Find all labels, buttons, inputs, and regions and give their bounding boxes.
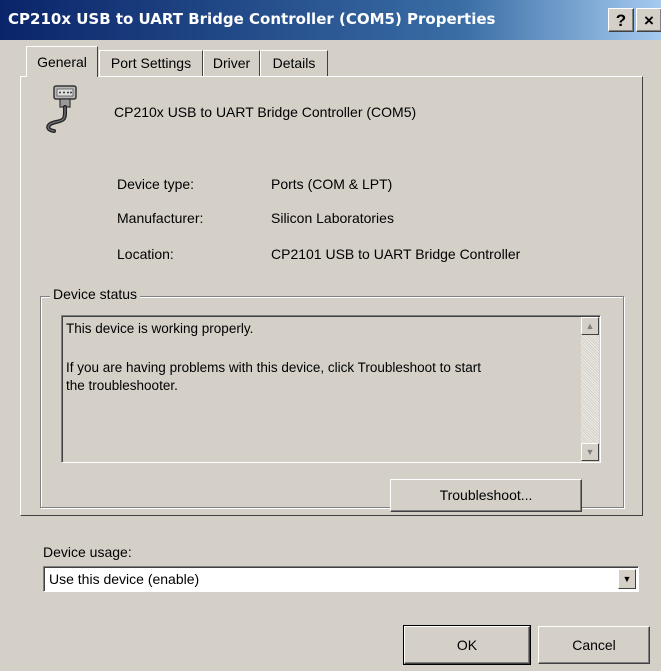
scroll-up-arrow-icon[interactable]: ▲	[581, 317, 599, 335]
cancel-button[interactable]: Cancel	[538, 626, 650, 664]
scroll-down-arrow-icon[interactable]: ▼	[581, 443, 599, 461]
close-button[interactable]: ×	[636, 8, 661, 32]
device-usage-label: Device usage:	[43, 544, 132, 560]
location-value: CP2101 USB to UART Bridge Controller	[271, 246, 521, 262]
device-type-value: Ports (COM & LPT)	[271, 176, 393, 192]
help-button[interactable]: ?	[608, 8, 634, 32]
serial-port-icon	[46, 85, 77, 133]
chevron-down-icon[interactable]: ▼	[618, 569, 636, 589]
ok-button[interactable]: OK	[403, 625, 531, 665]
troubleshoot-button[interactable]: Troubleshoot...	[390, 479, 582, 512]
manufacturer-label: Manufacturer:	[117, 210, 204, 226]
status-line: This device is working properly.	[66, 321, 254, 336]
manufacturer-value: Silicon Laboratories	[271, 210, 394, 226]
tab-details[interactable]: Details	[260, 50, 328, 76]
status-line: the troubleshooter.	[66, 378, 178, 393]
window-title: CP210x USB to UART Bridge Controller (CO…	[8, 10, 496, 28]
device-status-legend: Device status	[50, 286, 141, 302]
device-status-textbox[interactable]: This device is working properly. If you …	[61, 315, 601, 463]
device-type-label: Device type:	[117, 176, 195, 192]
status-line: If you are having problems with this dev…	[66, 360, 481, 375]
device-usage-select[interactable]: Use this device (enable) ▼	[43, 566, 639, 592]
tab-general[interactable]: General	[26, 46, 98, 77]
device-usage-value: Use this device (enable)	[49, 571, 200, 587]
title-bar: CP210x USB to UART Bridge Controller (CO…	[0, 0, 661, 40]
status-scrollbar[interactable]: ▲ ▼	[581, 317, 599, 461]
tab-port-settings[interactable]: Port Settings	[99, 50, 203, 76]
tab-driver[interactable]: Driver	[203, 50, 260, 76]
device-name: CP210x USB to UART Bridge Controller (CO…	[114, 104, 417, 120]
location-label: Location:	[117, 246, 174, 262]
